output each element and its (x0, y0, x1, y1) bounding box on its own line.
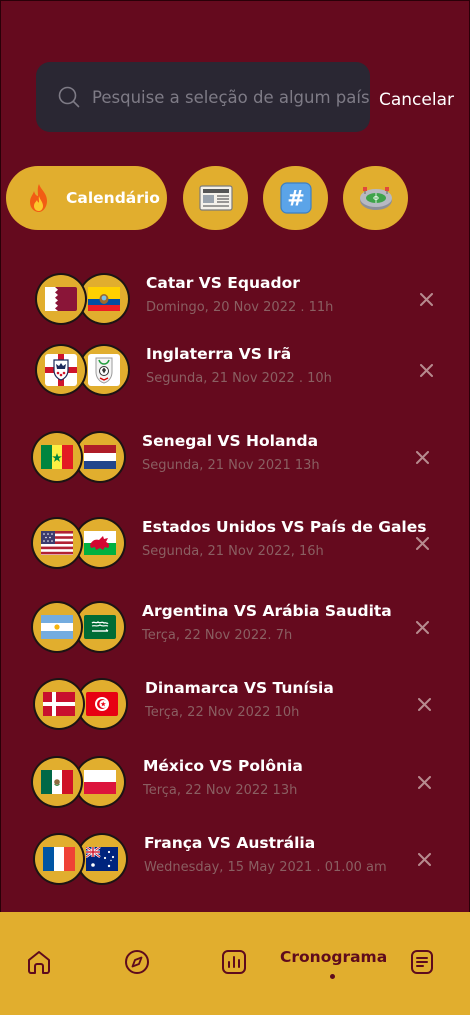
argentina-flag-icon (41, 615, 73, 639)
fire-icon (30, 184, 47, 212)
nav-stats[interactable] (218, 946, 250, 978)
close-icon (417, 697, 431, 711)
search-input[interactable]: Pesquise a seleção de algum país (36, 62, 370, 132)
close-icon (419, 363, 433, 377)
match-date: Segunda, 21 Nov 2021 13h (142, 458, 320, 473)
netherlands-flag-icon (84, 445, 116, 469)
wales-flag-icon (84, 531, 116, 555)
nav-explore[interactable] (121, 946, 153, 978)
remove-match-button[interactable] (412, 447, 432, 467)
nav-schedule[interactable]: Cronograma (280, 948, 388, 979)
match-title: França VS Austrália (144, 834, 316, 852)
team-a-flag (35, 835, 83, 883)
close-icon (417, 852, 431, 866)
senegal-flag-icon (41, 445, 73, 469)
close-icon (415, 536, 429, 550)
stadium-icon (359, 187, 392, 210)
match-date: Segunda, 21 Nov 2022, 16h (142, 544, 324, 559)
remove-match-button[interactable] (414, 849, 434, 869)
match-date: Segunda, 21 Nov 2022 . 10h (146, 371, 332, 386)
australia-flag-icon (86, 847, 118, 871)
usa-flag-icon (41, 531, 73, 555)
mexico-flag-icon (41, 770, 73, 794)
team-b-flag (80, 275, 128, 323)
team-a-flag (35, 680, 83, 728)
team-b-flag (76, 519, 124, 567)
match-title: Inglaterra VS Irã (146, 345, 292, 363)
match-item-inglaterra-ira[interactable]: Inglaterra VS Irã Segunda, 21 Nov 2022 .… (0, 342, 470, 398)
hashtag-icon: # (279, 182, 312, 214)
match-date: Terça, 22 Nov 2022 13h (143, 783, 298, 798)
match-title: Argentina VS Arábia Saudita (142, 602, 392, 620)
team-a-flag (33, 603, 81, 651)
match-date: Terça, 22 Nov 2022 10h (145, 705, 300, 720)
chart-icon (222, 950, 246, 974)
team-a-flag (33, 758, 81, 806)
bottom-nav: Cronograma (0, 912, 470, 1015)
match-title: Catar VS Equador (146, 274, 300, 292)
france-flag-icon (43, 847, 75, 871)
search-icon (58, 86, 80, 108)
stadium-chip[interactable] (343, 166, 408, 230)
svg-text:#: # (287, 187, 305, 211)
team-a-flag (33, 519, 81, 567)
team-a-flag (33, 433, 81, 481)
match-date: Wednesday, 15 May 2021 . 01.00 am (144, 860, 387, 875)
remove-match-button[interactable] (412, 533, 432, 553)
compass-icon (125, 950, 149, 974)
match-item-senegal-holanda[interactable]: Senegal VS Holanda Segunda, 21 Nov 2021 … (0, 429, 470, 485)
nav-home[interactable] (23, 946, 55, 978)
tunisia-flag-icon (86, 692, 118, 716)
calendar-chip-label: Calendário (66, 189, 160, 207)
saudi-arabia-flag-icon (84, 615, 116, 639)
remove-match-button[interactable] (416, 360, 436, 380)
team-b-flag (80, 346, 128, 394)
match-item-mexico-polonia[interactable]: México VS Polônia Terça, 22 Nov 2022 13h (0, 754, 470, 810)
team-b-flag (76, 758, 124, 806)
match-item-catar-equador[interactable]: Catar VS Equador Domingo, 20 Nov 2022 . … (0, 271, 470, 327)
match-title: México VS Polônia (143, 757, 303, 775)
match-item-franca-australia[interactable]: França VS Austrália Wednesday, 15 May 20… (0, 831, 470, 887)
match-title: Senegal VS Holanda (142, 432, 319, 450)
match-title: Estados Unidos VS País de Gales (142, 518, 427, 536)
match-date: Terça, 22 Nov 2022. 7h (142, 628, 293, 643)
match-item-eua-gales[interactable]: Estados Unidos VS País de Gales Segunda,… (0, 515, 470, 571)
notes-icon (411, 950, 433, 974)
team-a-flag (37, 346, 85, 394)
ecuador-flag-icon (88, 287, 120, 311)
newspaper-icon (198, 185, 233, 211)
team-b-flag (78, 680, 126, 728)
poland-flag-icon (84, 770, 116, 794)
nav-schedule-label: Cronograma (280, 948, 388, 966)
home-icon (28, 951, 50, 974)
iran-crest-icon (88, 354, 120, 386)
hashtag-chip[interactable]: # (263, 166, 328, 230)
news-chip[interactable] (183, 166, 248, 230)
qatar-flag-icon (45, 287, 77, 311)
match-item-argentina-arabia[interactable]: Argentina VS Arábia Saudita Terça, 22 No… (0, 599, 470, 655)
match-title: Dinamarca VS Tunísia (145, 679, 334, 697)
close-icon (415, 450, 429, 464)
team-b-flag (78, 835, 126, 883)
denmark-flag-icon (43, 692, 75, 716)
active-indicator-dot (329, 974, 335, 979)
remove-match-button[interactable] (414, 694, 434, 714)
search-placeholder: Pesquise a seleção de algum país (92, 87, 370, 107)
cancel-button[interactable]: Cancelar (379, 90, 454, 110)
calendar-chip[interactable]: Calendário (6, 166, 167, 230)
close-icon (419, 292, 433, 306)
close-icon (417, 775, 431, 789)
team-a-flag (37, 275, 85, 323)
remove-match-button[interactable] (412, 617, 432, 637)
nav-notes[interactable] (406, 946, 438, 978)
england-crest-icon (45, 354, 77, 386)
close-icon (415, 620, 429, 634)
match-item-dinamarca-tunisia[interactable]: Dinamarca VS Tunísia Terça, 22 Nov 2022 … (0, 676, 470, 732)
team-b-flag (76, 433, 124, 481)
remove-match-button[interactable] (416, 289, 436, 309)
team-b-flag (76, 603, 124, 651)
remove-match-button[interactable] (414, 772, 434, 792)
match-date: Domingo, 20 Nov 2022 . 11h (146, 300, 334, 315)
